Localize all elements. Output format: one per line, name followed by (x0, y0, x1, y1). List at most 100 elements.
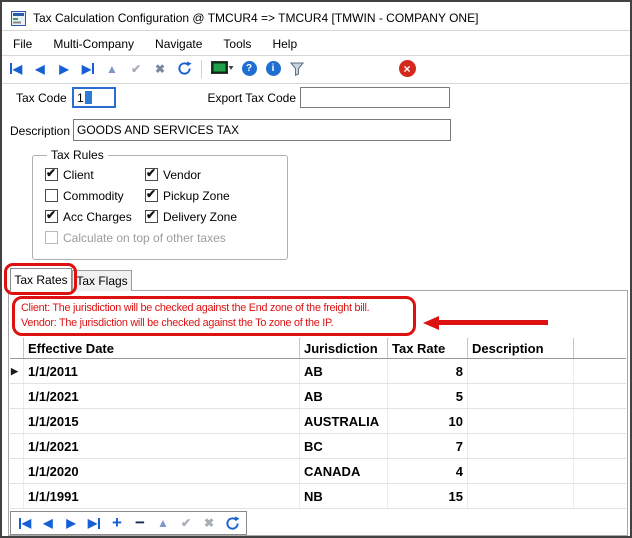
checkbox-delivery-zone-box (145, 210, 158, 223)
header-effective-date[interactable]: Effective Date (24, 338, 300, 358)
toolbar-divider (2, 83, 630, 84)
nav-first-button[interactable]: ◀ (6, 59, 26, 79)
record-post-button[interactable]: ✔ (176, 513, 196, 533)
checkbox-calc-on-top-box (45, 231, 58, 244)
record-first-button[interactable]: ◀ (15, 513, 35, 533)
close-icon: × (399, 60, 416, 77)
table-row[interactable]: 1/1/2021 BC 7 (10, 434, 626, 459)
cell-filler (574, 434, 626, 458)
header-tax-rate[interactable]: Tax Rate (388, 338, 468, 358)
record-insert-button[interactable]: + (107, 513, 127, 533)
help-button[interactable]: ? (239, 59, 259, 79)
cell-jurisdiction[interactable]: NB (300, 484, 388, 508)
record-delete-button[interactable]: − (130, 513, 150, 533)
cell-description[interactable] (468, 359, 574, 383)
cell-jurisdiction[interactable]: AB (300, 384, 388, 408)
monitor-icon (211, 61, 234, 76)
record-edit-button[interactable]: ▲ (153, 513, 173, 533)
cell-filler (574, 409, 626, 433)
export-tax-code-input[interactable] (300, 87, 450, 108)
cell-tax-rate[interactable]: 4 (388, 459, 468, 483)
menu-file[interactable]: File (13, 37, 32, 51)
checkbox-delivery-zone[interactable]: Delivery Zone (145, 206, 285, 227)
checkbox-pickup-zone[interactable]: Pickup Zone (145, 185, 285, 206)
checkbox-client[interactable]: Client (45, 164, 145, 185)
cell-jurisdiction[interactable]: AUSTRALIA (300, 409, 388, 433)
record-next-button[interactable]: ▶ (61, 513, 81, 533)
tab-tax-flags[interactable]: Tax Flags (72, 270, 132, 291)
checkbox-vendor-box (145, 168, 158, 181)
menu-navigate[interactable]: Navigate (155, 37, 202, 51)
move-up-button[interactable]: ▲ (102, 59, 122, 79)
app-icon (11, 11, 26, 26)
cell-jurisdiction[interactable]: CANADA (300, 459, 388, 483)
info-button[interactable]: i (263, 59, 283, 79)
cell-filler (574, 359, 626, 383)
cell-tax-rate[interactable]: 5 (388, 384, 468, 408)
window-select-button[interactable] (209, 59, 235, 79)
menu-multi-company[interactable]: Multi-Company (53, 37, 134, 51)
cell-filler (574, 459, 626, 483)
annotation-arrow-shaft (438, 320, 548, 325)
cell-effective-date[interactable]: 1/1/2020 (24, 459, 300, 483)
cell-description[interactable] (468, 484, 574, 508)
nav-last-button[interactable]: ▶ (78, 59, 98, 79)
tax-rules-legend: Tax Rules (47, 148, 108, 162)
menu-tools[interactable]: Tools (223, 37, 251, 51)
checkbox-vendor[interactable]: Vendor (145, 164, 285, 185)
cancel-button[interactable]: ✖ (150, 59, 170, 79)
checkbox-commodity[interactable]: Commodity (45, 185, 145, 206)
header-selector (10, 338, 24, 358)
post-button[interactable]: ✔ (126, 59, 146, 79)
tax-code-input[interactable]: 1 (72, 87, 116, 108)
cell-filler (574, 384, 626, 408)
header-filler (574, 338, 626, 358)
nav-prev-button[interactable]: ◀ (30, 59, 50, 79)
checkbox-acc-charges[interactable]: Acc Charges (45, 206, 145, 227)
tab-tax-rates[interactable]: Tax Rates (10, 268, 72, 291)
menu-help[interactable]: Help (272, 37, 297, 51)
cell-jurisdiction[interactable]: AB (300, 359, 388, 383)
cell-tax-rate[interactable]: 10 (388, 409, 468, 433)
cell-effective-date[interactable]: 1/1/2011 (24, 359, 300, 383)
tab-tax-rates-label: Tax Rates (14, 273, 67, 287)
filter-button[interactable] (287, 59, 307, 79)
tax-rules-groupbox: Tax Rules Client Vendor Commodity Pickup… (32, 148, 288, 260)
cell-effective-date[interactable]: 1/1/1991 (24, 484, 300, 508)
refresh-button[interactable] (174, 59, 194, 79)
row-selector (10, 384, 24, 408)
record-prev-button[interactable]: ◀ (38, 513, 58, 533)
nav-next-button[interactable]: ▶ (54, 59, 74, 79)
table-row[interactable]: 1/1/1991 NB 15 (10, 484, 626, 509)
record-refresh-button[interactable] (222, 513, 242, 533)
annotation-line-client: Client: The jurisdiction will be checked… (21, 301, 407, 316)
text-caret (85, 91, 92, 104)
record-last-button[interactable]: ▶ (84, 513, 104, 533)
table-row[interactable]: ▶ 1/1/2011 AB 8 (10, 359, 626, 384)
header-description[interactable]: Description (468, 338, 574, 358)
cell-tax-rate[interactable]: 8 (388, 359, 468, 383)
refresh-icon (225, 516, 240, 531)
checkbox-pickup-zone-box (145, 189, 158, 202)
main-toolbar: ◀ ◀ ▶ ▶ ▲ ✔ ✖ ? i (6, 57, 417, 80)
table-row[interactable]: 1/1/2021 AB 5 (10, 384, 626, 409)
cell-description[interactable] (468, 384, 574, 408)
cell-description[interactable] (468, 434, 574, 458)
header-jurisdiction[interactable]: Jurisdiction (300, 338, 388, 358)
cell-effective-date[interactable]: 1/1/2015 (24, 409, 300, 433)
cell-effective-date[interactable]: 1/1/2021 (24, 434, 300, 458)
cell-tax-rate[interactable]: 15 (388, 484, 468, 508)
close-button[interactable]: × (397, 59, 417, 79)
cell-jurisdiction[interactable]: BC (300, 434, 388, 458)
record-toolbar: ◀ ◀ ▶ ▶ + − ▲ ✔ ✖ (10, 511, 247, 535)
cell-tax-rate[interactable]: 7 (388, 434, 468, 458)
cell-description[interactable] (468, 409, 574, 433)
table-row[interactable]: 1/1/2020 CANADA 4 (10, 459, 626, 484)
table-row[interactable]: 1/1/2015 AUSTRALIA 10 (10, 409, 626, 434)
cell-description[interactable] (468, 459, 574, 483)
cell-effective-date[interactable]: 1/1/2021 (24, 384, 300, 408)
description-input[interactable] (73, 119, 451, 141)
tax-code-value: 1 (77, 91, 84, 105)
record-cancel-button[interactable]: ✖ (199, 513, 219, 533)
checkbox-calc-on-top: Calculate on top of other taxes (45, 227, 285, 248)
